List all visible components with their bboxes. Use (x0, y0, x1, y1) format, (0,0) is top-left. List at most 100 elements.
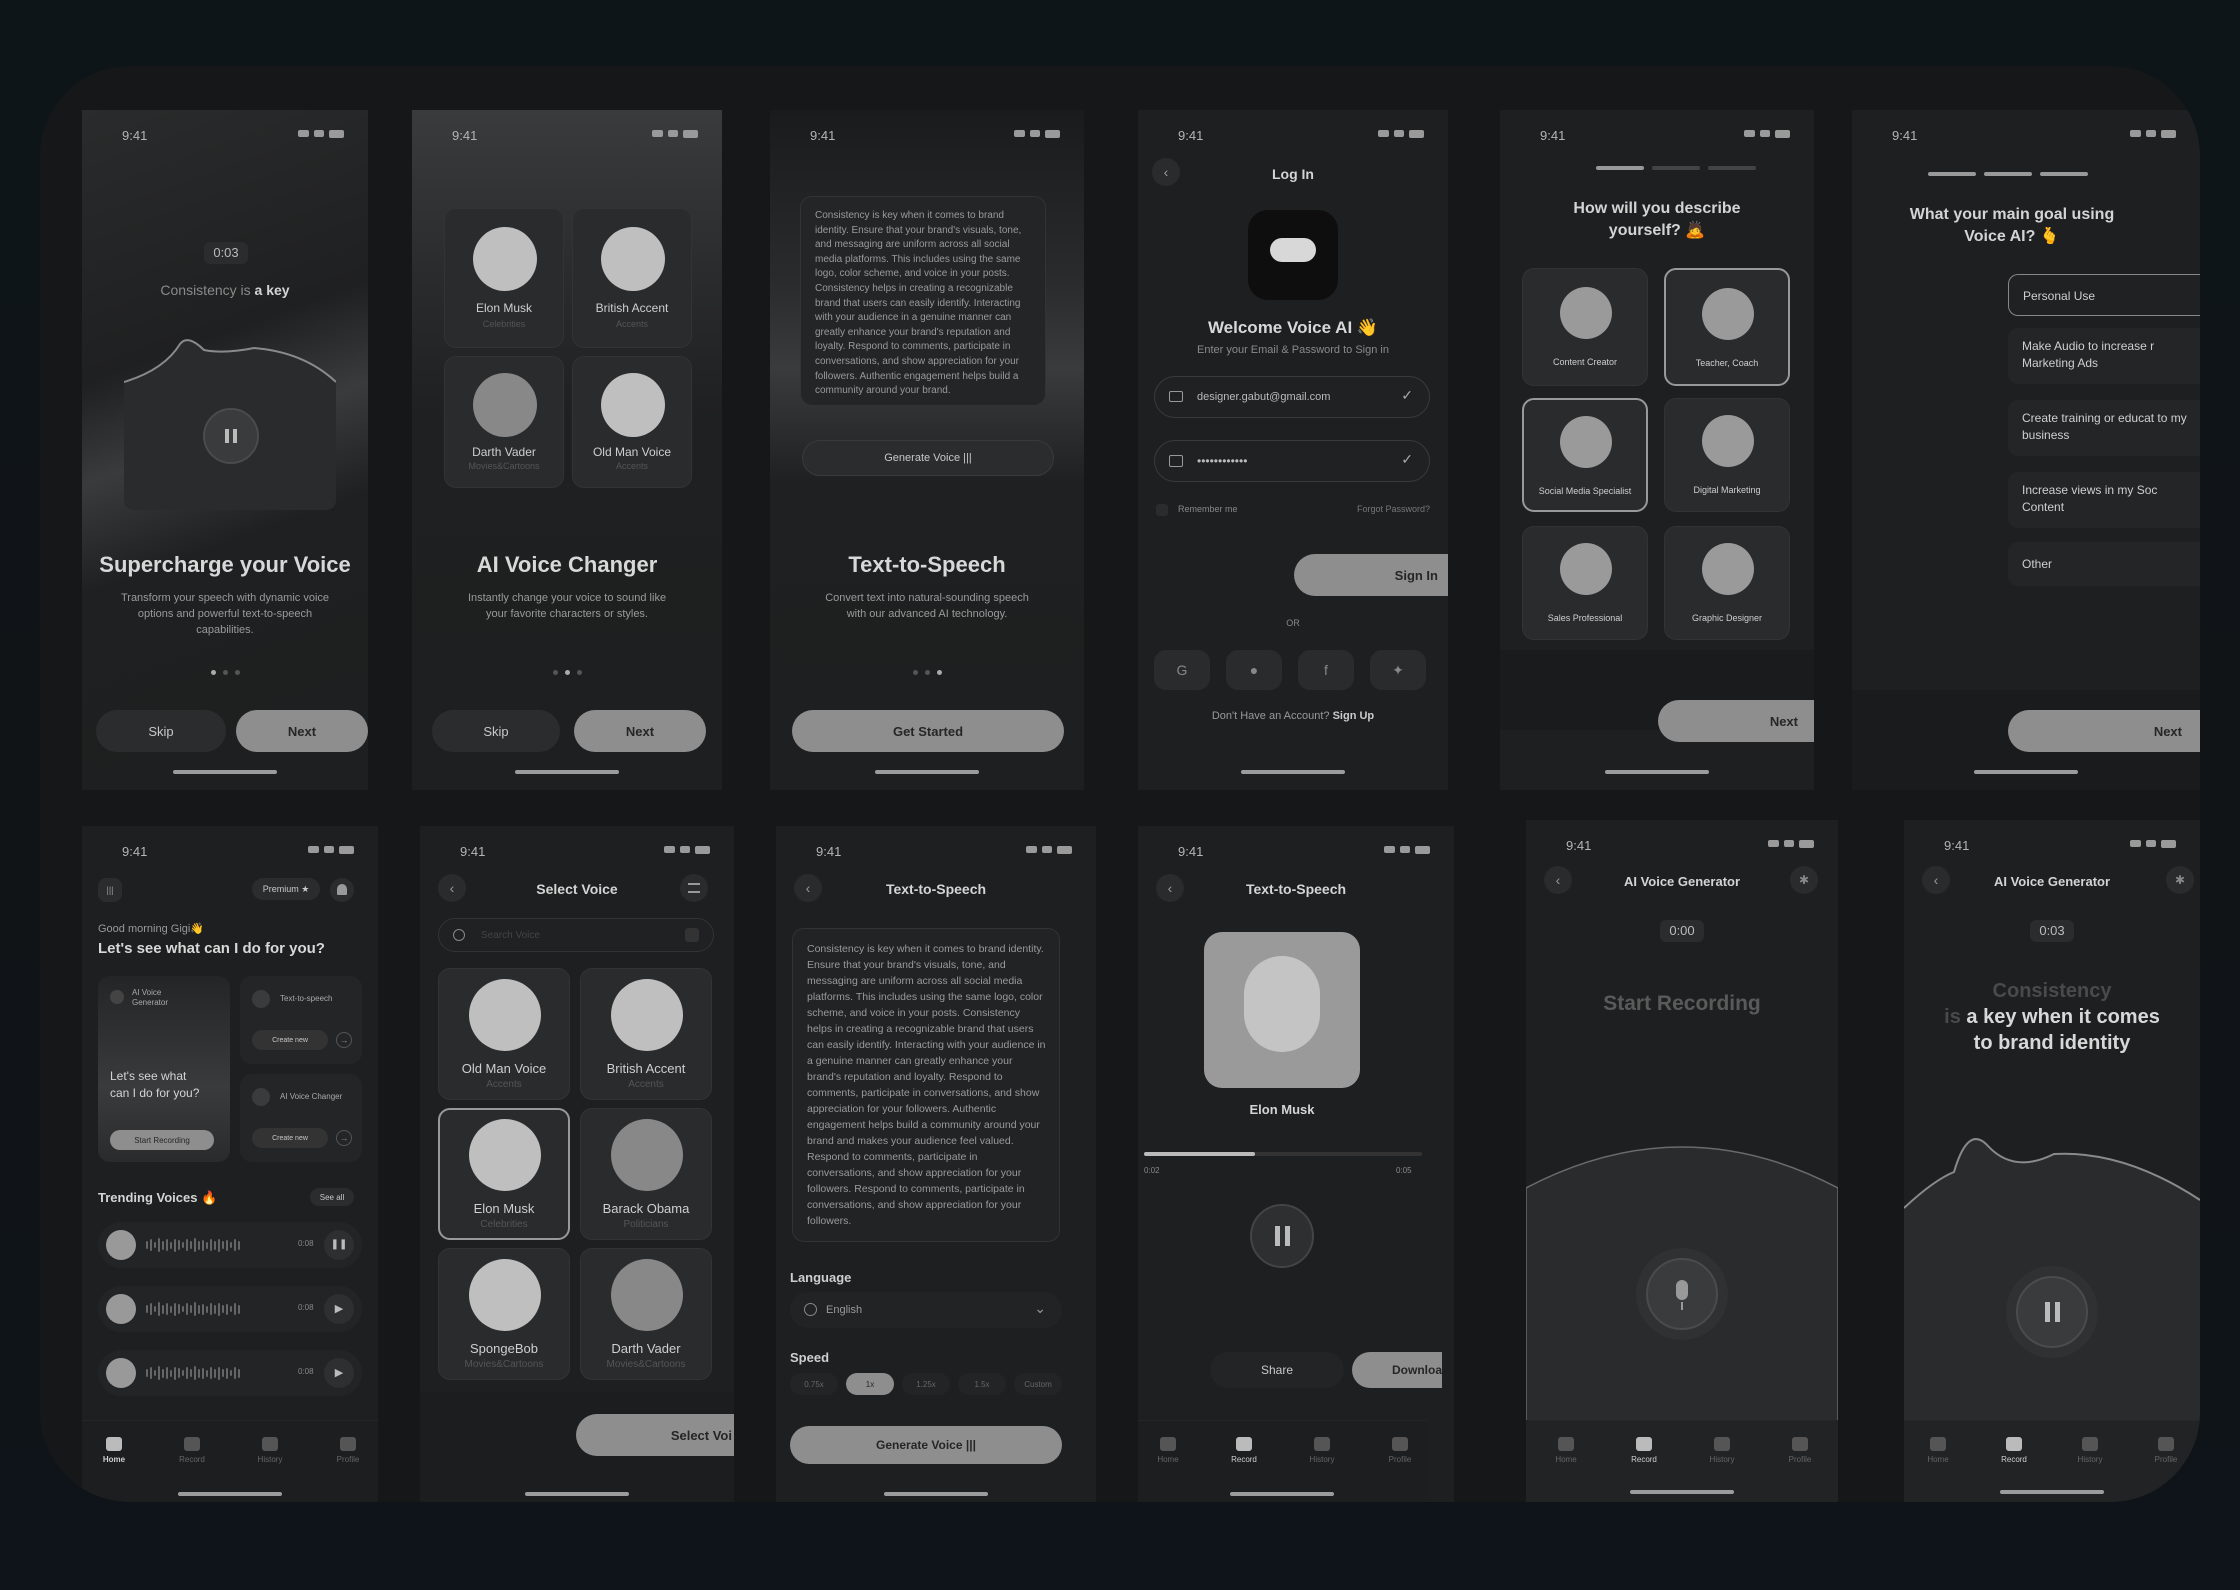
nav-home[interactable]: Home (1536, 1437, 1596, 1464)
nav-record[interactable]: Record (1984, 1437, 2044, 1464)
generate-voice-button[interactable]: Generate Voice ||| (802, 440, 1054, 476)
pause-icon[interactable]: ❚❚ (324, 1230, 354, 1260)
speed-option-selected[interactable]: 1x (846, 1373, 894, 1395)
nav-profile[interactable]: Profile (1370, 1437, 1430, 1464)
text-to-speech-card[interactable]: Text-to-speech Create new → (240, 976, 362, 1064)
voice-card-selected[interactable]: Elon Musk Celebrities (438, 1108, 570, 1240)
voice-card[interactable]: Barack Obama Politicians (580, 1108, 712, 1240)
sign-up-link[interactable]: Sign Up (1333, 710, 1375, 722)
next-button[interactable]: Next (236, 710, 368, 752)
skip-button[interactable]: Skip (96, 710, 226, 752)
goal-option-label: Increase views in my Soc Content (2022, 483, 2158, 514)
nav-home[interactable]: Home (1138, 1437, 1198, 1464)
email-field[interactable]: designer.gabut@gmail.com ✓ (1154, 376, 1430, 418)
speed-option[interactable]: Custom (1014, 1373, 1062, 1395)
role-card[interactable]: Graphic Designer (1664, 526, 1790, 640)
language-select[interactable]: English ⌄ (790, 1292, 1062, 1328)
facebook-button[interactable]: f (1298, 650, 1354, 690)
settings-button[interactable]: ✱ (1790, 866, 1818, 894)
speed-option[interactable]: 1.5x (958, 1373, 1006, 1395)
pause-button[interactable] (2016, 1276, 2088, 1348)
home-indicator (1630, 1490, 1734, 1494)
create-new-button[interactable]: Create new (252, 1128, 328, 1148)
goal-option[interactable]: Increase views in my Soc Content (2008, 472, 2200, 528)
get-started-button[interactable]: Get Started (792, 710, 1064, 752)
nav-profile[interactable]: Profile (2136, 1437, 2196, 1464)
mic-icon (1636, 1437, 1652, 1451)
mic-icon[interactable] (685, 928, 699, 942)
goal-option[interactable]: Create training or educat to my business (2008, 400, 2200, 456)
generate-voice-button[interactable]: Generate Voice ||| (790, 1426, 1062, 1464)
role-card[interactable]: Teacher, Coach (1664, 268, 1790, 386)
pause-button[interactable] (203, 408, 259, 464)
nav-history[interactable]: History (1292, 1437, 1352, 1464)
goal-option[interactable]: Other (2008, 542, 2200, 586)
voice-card[interactable]: British Accent Accents (580, 968, 712, 1100)
search-input[interactable]: Search Voice (438, 918, 714, 952)
voice-name: SpongeBob (470, 1341, 538, 1356)
arrow-icon[interactable]: → (336, 1032, 352, 1048)
apple-button[interactable]: ● (1226, 650, 1282, 690)
nav-profile[interactable]: Profile (1770, 1437, 1830, 1464)
nav-record[interactable]: Record (1214, 1437, 1274, 1464)
share-button[interactable]: Share (1210, 1352, 1344, 1388)
forgot-password-link[interactable]: Forgot Password? (1357, 504, 1430, 514)
sign-in-button[interactable]: Sign In (1294, 554, 1448, 596)
arrow-icon[interactable]: → (336, 1130, 352, 1146)
track-row[interactable]: 0:08 ▶ (98, 1350, 362, 1396)
role-card[interactable]: Sales Professional (1522, 526, 1648, 640)
progress-track[interactable] (1144, 1152, 1422, 1156)
nav-record[interactable]: Record (162, 1437, 222, 1464)
filter-button[interactable] (680, 874, 708, 902)
role-card[interactable]: Digital Marketing (1664, 398, 1790, 512)
role-card[interactable]: Social Media Specialist (1522, 398, 1648, 512)
speed-option[interactable]: 1.25x (902, 1373, 950, 1395)
nav-home[interactable]: Home (1908, 1437, 1968, 1464)
play-icon[interactable]: ▶ (324, 1294, 354, 1324)
nav-home[interactable]: Home (84, 1437, 144, 1464)
track-duration: 0:08 (298, 1367, 314, 1376)
voice-card[interactable]: Old Man Voice Accents (572, 356, 692, 488)
voice-changer-card[interactable]: AI Voice Changer Create new → (240, 1074, 362, 1162)
play-icon[interactable]: ▶ (324, 1358, 354, 1388)
status-icons (1742, 129, 1790, 138)
remember-checkbox[interactable] (1156, 504, 1168, 516)
create-new-button[interactable]: Create new (252, 1030, 328, 1050)
nav-profile[interactable]: Profile (318, 1437, 378, 1464)
text-input[interactable]: Consistency is key when it comes to bran… (792, 928, 1060, 1242)
voice-card[interactable]: Darth Vader Movies&Cartoons (580, 1248, 712, 1380)
role-card[interactable]: Content Creator (1522, 268, 1648, 386)
start-recording-button[interactable]: Start Recording (110, 1130, 214, 1150)
voice-card[interactable]: Darth Vader Movies&Cartoons (444, 356, 564, 488)
next-button[interactable]: Next (1658, 700, 1814, 742)
avatar (473, 227, 537, 291)
bell-button[interactable] (330, 878, 354, 902)
track-row[interactable]: 0:08 ❚❚ (98, 1222, 362, 1268)
google-button[interactable]: G (1154, 650, 1210, 690)
nav-history[interactable]: History (1692, 1437, 1752, 1464)
select-voice-button[interactable]: Select Voi (576, 1414, 734, 1456)
voice-card[interactable]: SpongeBob Movies&Cartoons (438, 1248, 570, 1380)
premium-badge[interactable]: Premium ★ (252, 878, 320, 900)
voice-card[interactable]: Elon Musk Celebrities (444, 208, 564, 348)
twitter-button[interactable]: ✦ (1370, 650, 1426, 690)
record-button[interactable] (1646, 1258, 1718, 1330)
track-row[interactable]: 0:08 ▶ (98, 1286, 362, 1332)
see-all-button[interactable]: See all (310, 1188, 354, 1206)
nav-history[interactable]: History (2060, 1437, 2120, 1464)
skip-button[interactable]: Skip (432, 710, 560, 752)
goal-option[interactable]: Make Audio to increase r Marketing Ads (2008, 328, 2200, 384)
next-button[interactable]: Next (574, 710, 706, 752)
nav-history[interactable]: History (240, 1437, 300, 1464)
voice-generator-card[interactable]: AI Voice Generator Let's see what can I … (98, 976, 230, 1162)
goal-option[interactable]: Personal Use (2008, 274, 2200, 316)
settings-button[interactable]: ✱ (2166, 866, 2194, 894)
pause-button[interactable] (1250, 1204, 1314, 1268)
voice-card[interactable]: Old Man Voice Accents (438, 968, 570, 1100)
password-field[interactable]: •••••••••••• ✓ (1154, 440, 1430, 482)
next-button[interactable]: Next (2008, 710, 2200, 752)
nav-record[interactable]: Record (1614, 1437, 1674, 1464)
download-button[interactable]: Downloa (1352, 1352, 1442, 1388)
voice-card[interactable]: British Accent Accents (572, 208, 692, 348)
speed-option[interactable]: 0.75x (790, 1373, 838, 1395)
